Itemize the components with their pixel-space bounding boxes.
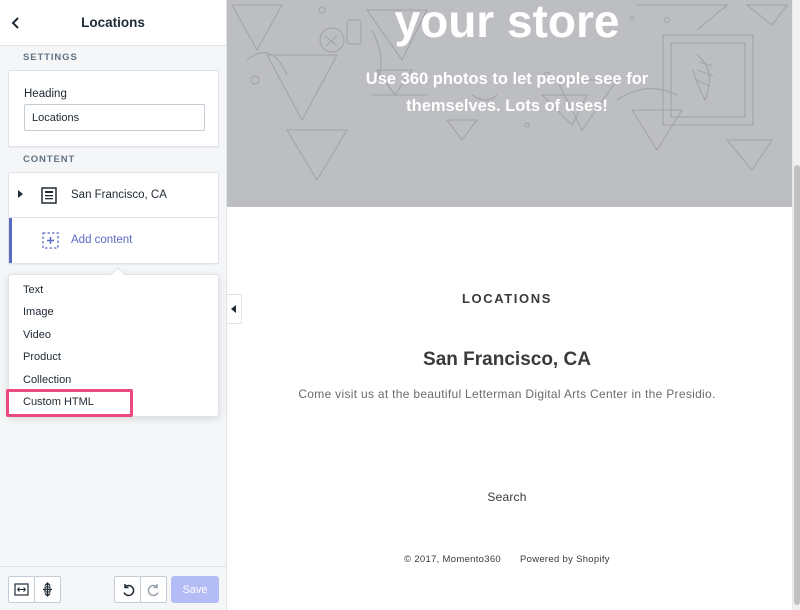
content-card: San Francisco, CA Add content <box>8 172 219 264</box>
heading-label: Heading <box>24 88 67 100</box>
site-footer: © 2017, Momento360 Powered by Shopify <box>227 554 787 565</box>
menu-item-collection[interactable]: Collection <box>23 374 71 386</box>
inspect-cursor-icon <box>43 582 52 597</box>
settings-section-label: SETTINGS <box>23 52 78 63</box>
menu-item-text[interactable]: Text <box>23 284 43 296</box>
content-block-label: San Francisco, CA <box>71 189 167 201</box>
preview-scrollbar[interactable] <box>792 0 800 610</box>
hero-banner: your store Use 360 photos to let people … <box>227 0 792 207</box>
powered-by-link[interactable]: Powered by Shopify <box>520 554 610 565</box>
menu-item-product[interactable]: Product <box>23 351 61 363</box>
content-block-item[interactable]: San Francisco, CA <box>9 173 218 218</box>
custom-html-highlight <box>6 389 133 417</box>
inspector-toggle-button[interactable] <box>34 576 61 603</box>
locations-heading: LOCATIONS <box>462 291 552 306</box>
scrollbar-thumb[interactable] <box>794 165 800 605</box>
heading-input[interactable] <box>24 104 205 131</box>
caret-left-icon <box>231 305 236 313</box>
hero-title: your store <box>394 0 620 47</box>
undo-icon <box>122 583 134 596</box>
popover-arrow <box>110 266 126 282</box>
save-button[interactable]: Save <box>171 576 219 603</box>
add-content-button[interactable]: Add content <box>9 218 218 263</box>
redo-icon <box>147 583 159 596</box>
add-block-icon <box>42 232 59 249</box>
hero-subtitle: Use 360 photos to let people see for the… <box>365 70 649 115</box>
theme-editor: Locations SETTINGS Heading CONTENT San F… <box>0 0 800 610</box>
location-name: San Francisco, CA <box>423 349 591 370</box>
content-section-label: CONTENT <box>23 154 76 165</box>
expand-horizontal-icon <box>14 583 29 596</box>
location-description: Come visit us at the beautiful Letterman… <box>298 387 716 401</box>
undo-button[interactable] <box>114 576 141 603</box>
add-content-label: Add content <box>71 234 133 246</box>
store-preview: your store Use 360 photos to let people … <box>227 0 792 610</box>
collapse-sidebar-button[interactable] <box>227 294 242 324</box>
menu-item-image[interactable]: Image <box>23 306 54 318</box>
text-block-icon <box>41 187 57 204</box>
menu-item-video[interactable]: Video <box>23 329 51 341</box>
sidebar-title: Locations <box>81 15 145 30</box>
sidebar-footer: Save <box>0 566 226 610</box>
full-width-toggle-button[interactable] <box>8 576 35 603</box>
settings-card: Heading <box>8 70 219 147</box>
sidebar-header: Locations <box>0 0 226 46</box>
footer-search-link[interactable]: Search <box>227 490 787 504</box>
redo-button[interactable] <box>140 576 167 603</box>
sidebar: Locations SETTINGS Heading CONTENT San F… <box>0 0 227 610</box>
expand-caret-icon[interactable] <box>18 190 23 198</box>
copyright-text: © 2017, Momento360 <box>404 554 502 565</box>
